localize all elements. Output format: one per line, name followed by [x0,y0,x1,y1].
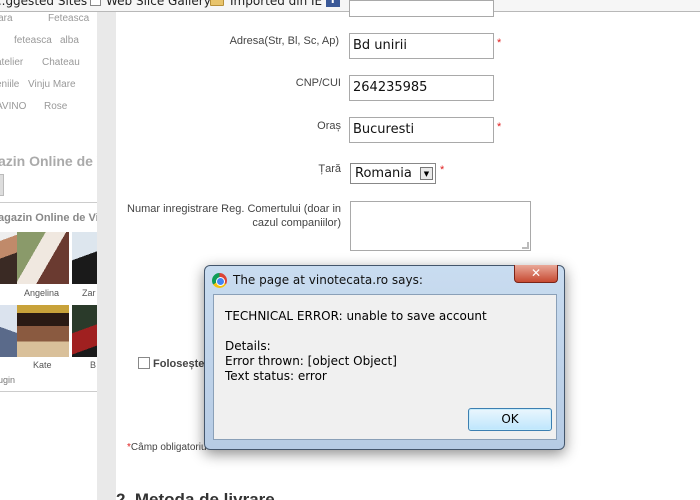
required-marker: * [440,164,445,176]
use-address-label: Folosește [153,358,205,370]
person-photo[interactable] [72,232,97,284]
shop-heading: azin Online de Vi [0,153,97,169]
country-label: Țară [318,163,341,175]
web-slice-icon [90,0,101,6]
error-thrown: Error thrown: [object Object] [225,354,397,368]
reg-number-label: Numar inregistrare Reg. Comertului (doar… [116,202,341,230]
folder-icon [210,0,224,6]
address-label: Adresa(Str, Bl, Sc, Ap) [229,35,339,47]
person-name[interactable]: Angelina [24,288,59,298]
tag-link[interactable]: AVINO [0,101,26,112]
person-name[interactable]: Zar [82,288,96,298]
tag-link[interactable]: feteasca [14,35,52,46]
address-input[interactable]: Bd unirii [349,33,494,59]
reg-label-line2: cazul companiilor) [252,217,341,229]
divider [0,202,97,203]
tag-link[interactable]: alba [60,35,79,46]
person-name[interactable]: B [90,360,96,370]
delivery-section-heading: 2. Metoda de livrare [116,490,275,500]
dialog-title: The page at vinotecata.ro says: [233,273,423,287]
ok-button[interactable]: OK [468,408,552,431]
tag-link[interactable]: Feteasca [48,13,89,24]
details-label: Details: [225,339,271,353]
left-button[interactable] [0,174,4,196]
previous-input[interactable] [349,0,494,17]
country-select-value: Romania [355,166,412,181]
tag-link[interactable]: atelier [0,57,23,68]
person-photo[interactable] [0,232,18,284]
facebook-icon[interactable]: f [326,0,340,7]
error-message: TECHNICAL ERROR: unable to save account [225,309,487,323]
required-note-text: Câmp obligatoriu [130,442,207,453]
cnp-label: CNP/CUI [295,77,341,89]
city-input[interactable]: Bucuresti [349,117,494,143]
dialog-body: TECHNICAL ERROR: unable to save account … [213,294,557,440]
bookmark-suggested-sites[interactable]: ...ggested Sites [0,0,87,8]
tag-link[interactable]: Fara [0,13,13,24]
close-button[interactable]: ✕ [514,265,558,283]
city-label: Oraș [317,120,341,132]
person-name[interactable]: Kate [33,360,52,370]
reg-label-line1: Numar inregistrare Reg. Comertului (doar… [127,203,341,215]
bookmark-web-slice-gallery[interactable]: Web Slice Gallery [106,0,211,8]
tag-link[interactable]: Chateau [42,57,80,68]
tag-link[interactable]: Vinju Mare [28,79,76,90]
chrome-icon [212,273,227,288]
text-status: Text status: error [225,369,327,383]
person-photo[interactable] [72,305,97,357]
bookmark-imported-from-ie[interactable]: Imported din IE [230,0,322,8]
person-photo[interactable] [17,305,69,357]
required-note: *Câmp obligatoriu [127,442,207,453]
person-photo[interactable] [17,232,69,284]
alert-dialog: The page at vinotecata.ro says: ✕ TECHNI… [204,265,565,450]
social-heading: agazin Online de Vi [0,212,97,224]
use-address-checkbox[interactable] [138,357,150,369]
plugin-label: lugin [0,375,16,385]
person-photo[interactable] [0,305,18,357]
country-select[interactable]: Romania ▼ [350,163,436,184]
cnp-input[interactable]: 264235985 [349,75,494,101]
tag-link[interactable]: Rose [44,101,67,112]
required-marker: * [497,121,502,133]
required-marker: * [497,37,502,49]
tag-link[interactable]: eniile [0,79,19,90]
reg-number-textarea[interactable] [350,201,531,251]
dropdown-arrow-icon[interactable]: ▼ [420,167,433,180]
resize-grip-icon[interactable] [522,242,529,249]
divider [0,391,97,392]
left-sidebar: Fara Feteasca feteasca alba atelier Chat… [0,12,97,500]
